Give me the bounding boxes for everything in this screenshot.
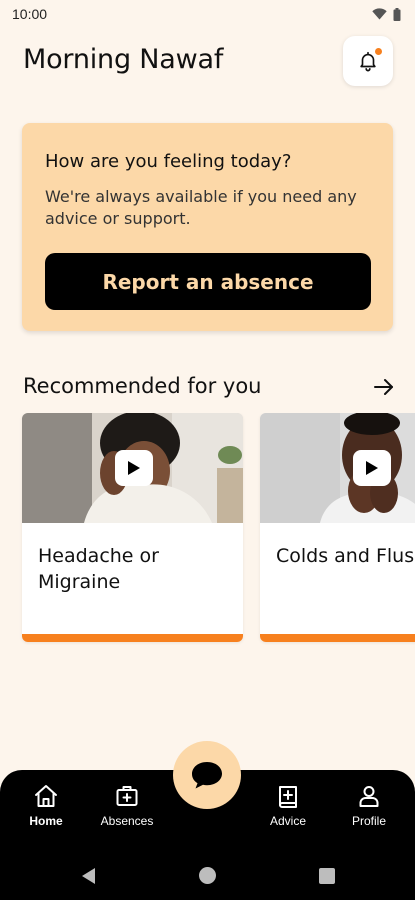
recommended-card-headache[interactable]: Headache or Migraine xyxy=(22,413,243,642)
recommended-list[interactable]: Headache or Migraine Colds and Flus xyxy=(0,413,415,645)
card-accent-bar xyxy=(260,634,415,642)
report-absence-button[interactable]: Report an absence xyxy=(45,253,371,310)
play-button[interactable] xyxy=(115,450,153,486)
status-bar: 10:00 xyxy=(0,0,415,28)
notifications-button[interactable] xyxy=(343,36,393,86)
nav-item-advice[interactable]: Advice xyxy=(253,784,323,828)
nav-label-home: Home xyxy=(29,814,63,828)
play-icon xyxy=(128,461,140,475)
arrow-right-icon xyxy=(374,379,393,395)
medical-bag-icon xyxy=(116,786,138,806)
person-icon xyxy=(359,786,379,807)
system-recents-icon[interactable] xyxy=(319,868,335,884)
nav-label-profile: Profile xyxy=(351,814,386,828)
play-button[interactable] xyxy=(353,450,391,486)
nav-label-advice: Advice xyxy=(269,814,307,828)
system-nav-bar xyxy=(0,852,415,900)
recommended-card-colds[interactable]: Colds and Flus xyxy=(260,413,415,642)
recommended-card-title: Colds and Flus xyxy=(276,545,415,567)
play-icon xyxy=(366,461,378,475)
notification-badge xyxy=(375,48,382,55)
system-home-icon[interactable] xyxy=(199,867,216,884)
feeling-card: How are you feeling today? We're always … xyxy=(22,123,393,331)
chat-bubble-icon xyxy=(192,762,222,789)
nav-item-home[interactable]: Home xyxy=(11,784,81,828)
wifi-icon xyxy=(372,8,387,20)
chat-button[interactable] xyxy=(173,741,241,809)
nav-item-absences[interactable]: Absences xyxy=(92,784,162,828)
status-icons xyxy=(372,7,401,21)
battery-icon xyxy=(393,7,401,21)
feeling-card-title: How are you feeling today? xyxy=(45,151,292,172)
video-thumbnail xyxy=(260,413,415,523)
recommended-title: Recommended for you xyxy=(23,374,262,398)
home-icon xyxy=(35,785,57,807)
greeting-title: Morning Nawaf xyxy=(23,44,224,75)
system-back-icon[interactable] xyxy=(80,867,96,885)
status-time: 10:00 xyxy=(12,6,48,22)
feeling-card-body: We're always available if you need any a… xyxy=(45,187,357,228)
recommended-card-title: Headache or Migraine xyxy=(38,545,159,593)
medical-book-icon xyxy=(279,786,297,808)
card-accent-bar xyxy=(22,634,243,642)
nav-label-absences: Absences xyxy=(100,814,154,828)
nav-item-profile[interactable]: Profile xyxy=(334,784,404,828)
recommended-see-all-button[interactable] xyxy=(371,374,397,400)
